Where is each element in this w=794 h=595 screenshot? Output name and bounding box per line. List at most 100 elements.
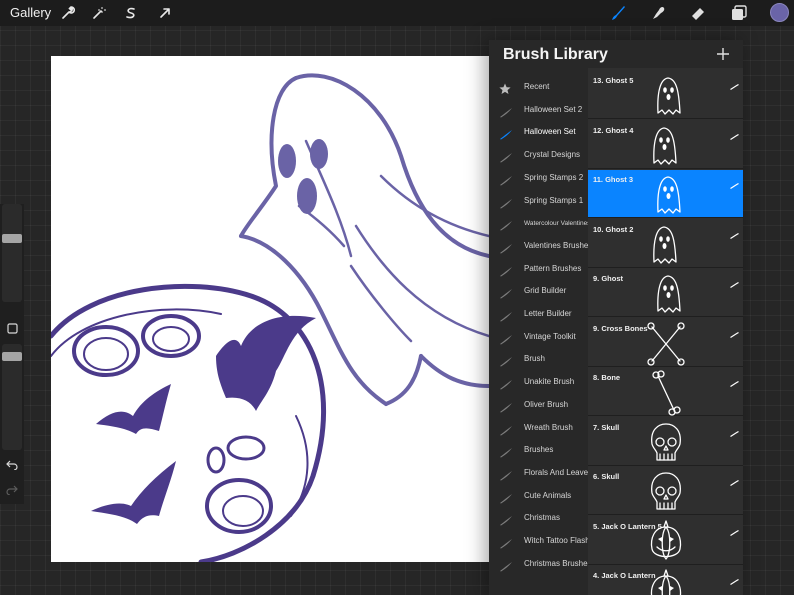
brush-set-label: Spring Stamps 1 bbox=[524, 195, 584, 205]
brush-item[interactable]: 4. Jack O Lantern bbox=[588, 566, 743, 595]
brush-set-item[interactable]: Vintage Toolkit bbox=[489, 327, 588, 349]
brush-item[interactable]: 13. Ghost 5 bbox=[588, 71, 743, 119]
brush-library-panel: Brush Library Recent Halloween Set 2 Hallo… bbox=[489, 40, 743, 595]
brush-name: 7. Skull bbox=[593, 422, 620, 432]
brush-set-item[interactable]: Unakite Brush bbox=[489, 372, 588, 394]
brush-set-item[interactable]: Wreath Brush bbox=[489, 418, 588, 440]
opacity-thumb[interactable] bbox=[2, 352, 22, 361]
brush-set-label: Spring Stamps 2 bbox=[524, 172, 584, 182]
brush-stroke-preview-icon bbox=[730, 176, 739, 190]
transform-arrow-icon[interactable] bbox=[155, 3, 175, 23]
brush-item[interactable]: 5. Jack O Lantern 5 bbox=[588, 517, 743, 565]
plus-icon[interactable] bbox=[715, 46, 731, 62]
brush-set-item[interactable]: Oliver Brush bbox=[489, 395, 588, 417]
brush-set-label: Witch Tattoo Flash bbox=[524, 536, 590, 545]
ghost-thumbnail bbox=[642, 172, 690, 218]
brush-size-thumb[interactable] bbox=[2, 234, 22, 243]
drawing-canvas[interactable] bbox=[51, 56, 489, 562]
brush-set-item[interactable]: Christmas Brushes bbox=[489, 554, 592, 576]
brush-stroke-icon bbox=[499, 218, 513, 231]
brush-set-item[interactable]: Halloween Set 2 bbox=[489, 100, 588, 122]
brush-set-label: Vintage Toolkit bbox=[524, 331, 576, 341]
selection-s-icon[interactable] bbox=[121, 3, 141, 23]
brush-stroke-icon bbox=[499, 354, 513, 367]
eraser-icon[interactable] bbox=[688, 3, 708, 23]
brush-set-label: Brush bbox=[524, 354, 545, 364]
ghost-eye-left bbox=[278, 144, 296, 178]
layers-icon[interactable] bbox=[729, 3, 749, 23]
brush-set-item[interactable]: Halloween Set bbox=[489, 122, 588, 144]
brush-set-label: Halloween Set 2 bbox=[524, 104, 583, 114]
gallery-button[interactable]: Gallery bbox=[10, 5, 51, 20]
brush-set-label: Christmas bbox=[524, 513, 561, 523]
brush-set-label: Recent bbox=[524, 82, 550, 91]
brush-name: 9. Cross Bones bbox=[593, 323, 648, 333]
ghost-thumbnail bbox=[642, 123, 690, 169]
panel-title: Brush Library bbox=[503, 46, 608, 63]
brush-item[interactable]: 8. Bone bbox=[588, 368, 743, 416]
opacity-slider[interactable] bbox=[2, 344, 22, 450]
brush-set-item[interactable]: Watercolour Valentines bbox=[489, 213, 590, 235]
brush-stroke-icon bbox=[499, 513, 513, 526]
brush-stroke-icon bbox=[499, 559, 513, 572]
brush-name: 12. Ghost 4 bbox=[593, 125, 634, 135]
brush-set-item[interactable]: Brushes bbox=[489, 440, 588, 462]
brush-stroke-icon bbox=[499, 423, 513, 435]
ghost-thumbnail bbox=[642, 222, 690, 268]
brush-set-list: Recent Halloween Set 2 Halloween Set Crysta… bbox=[489, 76, 592, 595]
brush-set-item[interactable]: Grid Builder bbox=[489, 281, 588, 303]
brush-stroke-icon bbox=[499, 468, 513, 481]
skull-thumbnail bbox=[642, 469, 690, 515]
smudge-icon[interactable] bbox=[648, 3, 668, 23]
brush-set-item[interactable]: Valentines Brushes bbox=[489, 236, 592, 258]
brush-name: 11. Ghost 3 bbox=[593, 175, 634, 184]
brush-stroke-preview-icon bbox=[730, 523, 739, 536]
brush-set-label: Letter Builder bbox=[524, 309, 572, 318]
artwork bbox=[51, 73, 489, 562]
brush-item[interactable]: 12. Ghost 4 bbox=[588, 121, 743, 169]
brush-stroke-icon bbox=[499, 150, 513, 163]
brush-stroke-icon bbox=[499, 286, 513, 299]
brush-set-item[interactable]: Spring Stamps 2 bbox=[489, 168, 588, 190]
ghost-mouth bbox=[297, 178, 317, 214]
brush-stroke-preview-icon bbox=[730, 325, 739, 338]
skull-thumbnail bbox=[642, 420, 690, 466]
brush-stroke-icon bbox=[499, 264, 513, 277]
brush-name: 13. Ghost 5 bbox=[593, 76, 634, 85]
brush-item[interactable]: 6. Skull bbox=[588, 467, 743, 515]
brush-set-item[interactable]: Spring Stamps 1 bbox=[489, 191, 588, 213]
brush-stroke-icon bbox=[499, 173, 513, 186]
brush-set-item[interactable]: Letter Builder bbox=[489, 304, 588, 326]
brush-set-item[interactable]: Witch Tattoo Flash bbox=[489, 531, 590, 553]
wrench-icon[interactable] bbox=[58, 3, 78, 23]
magic-wand-icon[interactable] bbox=[89, 3, 109, 23]
brush-item[interactable]: 9. Ghost bbox=[588, 269, 743, 317]
brush-item[interactable]: 11. Ghost 3 bbox=[588, 170, 743, 218]
brush-stroke-icon bbox=[499, 127, 513, 140]
brush-set-label: Unakite Brush bbox=[524, 377, 575, 387]
undo-icon[interactable] bbox=[4, 457, 20, 473]
square-icon[interactable] bbox=[4, 320, 20, 336]
brush-set-item[interactable]: Pattern Brushes bbox=[489, 259, 588, 281]
brush-stroke-icon bbox=[499, 491, 513, 504]
brush-item[interactable]: 9. Cross Bones bbox=[588, 319, 743, 367]
brush-set-item[interactable]: Florals And Leaves bbox=[489, 463, 592, 485]
brush-item[interactable]: 7. Skull bbox=[588, 418, 743, 466]
brush-set-item[interactable]: Cute Animals bbox=[489, 486, 588, 508]
brush-set-item[interactable]: Christmas bbox=[489, 508, 588, 530]
brush-set-item[interactable]: Crystal Designs bbox=[489, 145, 588, 167]
brush-name: 6. Skull bbox=[593, 472, 620, 481]
brush-name: 9. Ghost bbox=[593, 274, 624, 283]
brush-stroke-icon bbox=[499, 241, 513, 254]
brush-item[interactable]: 10. Ghost 2 bbox=[588, 220, 743, 268]
brush-set-label: Crystal Designs bbox=[524, 150, 581, 160]
brush-size-slider[interactable] bbox=[2, 204, 22, 302]
brush-stroke-preview-icon bbox=[730, 127, 739, 140]
brush-icon[interactable] bbox=[608, 3, 628, 23]
brush-set-item[interactable]: Recent bbox=[489, 77, 588, 99]
brush-set-label: Cute Animals bbox=[524, 490, 572, 500]
brush-stroke-icon bbox=[499, 445, 513, 458]
color-swatch[interactable] bbox=[770, 3, 789, 22]
brush-set-item[interactable]: Brush bbox=[489, 349, 588, 371]
redo-icon[interactable] bbox=[4, 482, 20, 498]
